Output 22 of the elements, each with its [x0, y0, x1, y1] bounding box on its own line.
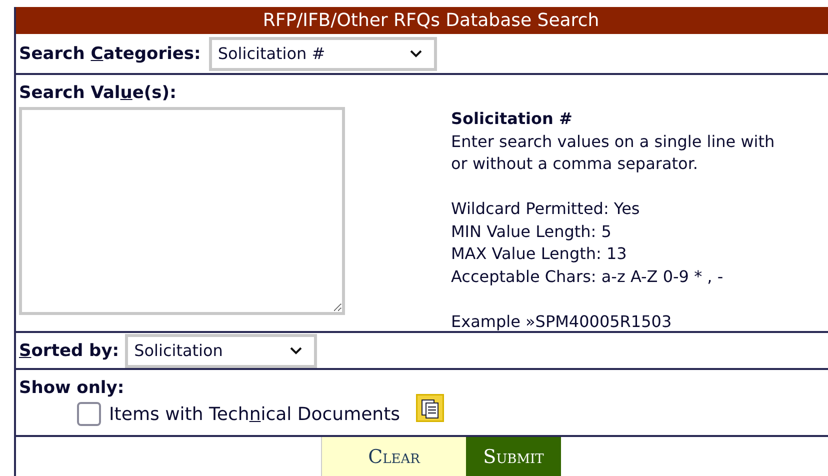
checkbox-label[interactable]: Items with Technical Documents — [109, 404, 400, 424]
field-label: Sorted by: — [19, 340, 120, 360]
table-header: RFP/IFB/Other RFQs Database Search — [16, 7, 828, 34]
help-text: Acceptable Chars: a-z A-Z 0-9 * , - — [451, 266, 724, 288]
sort-dropdown[interactable]: Solicitation — [125, 334, 318, 368]
field-label: Search Value(s): — [19, 83, 176, 103]
category-dropdown[interactable]: Solicitation # — [208, 36, 437, 70]
help-text: Enter search values on a single line with or without a comma separator. — [451, 130, 776, 175]
help-text: Wildcard Permitted: Yes — [451, 198, 641, 220]
help-text: Example »SPM40005R1503 — [451, 310, 673, 332]
chevron-icon — [410, 50, 422, 58]
help-text: MAX Value Length: 13 — [451, 243, 628, 265]
help-text: MIN Value Length: 5 — [451, 220, 612, 242]
chevron-icon — [290, 346, 302, 354]
field-label: Search Categories: — [19, 44, 201, 64]
checkbox[interactable] — [77, 402, 101, 426]
field-label: Show only: — [19, 378, 124, 398]
search-values-input[interactable] — [19, 107, 345, 315]
submit-button[interactable]: Submit — [466, 437, 561, 476]
help-title: Solicitation # — [451, 108, 574, 130]
clear-button[interactable]: Clear — [321, 437, 466, 476]
documents-icon[interactable] — [416, 394, 444, 422]
